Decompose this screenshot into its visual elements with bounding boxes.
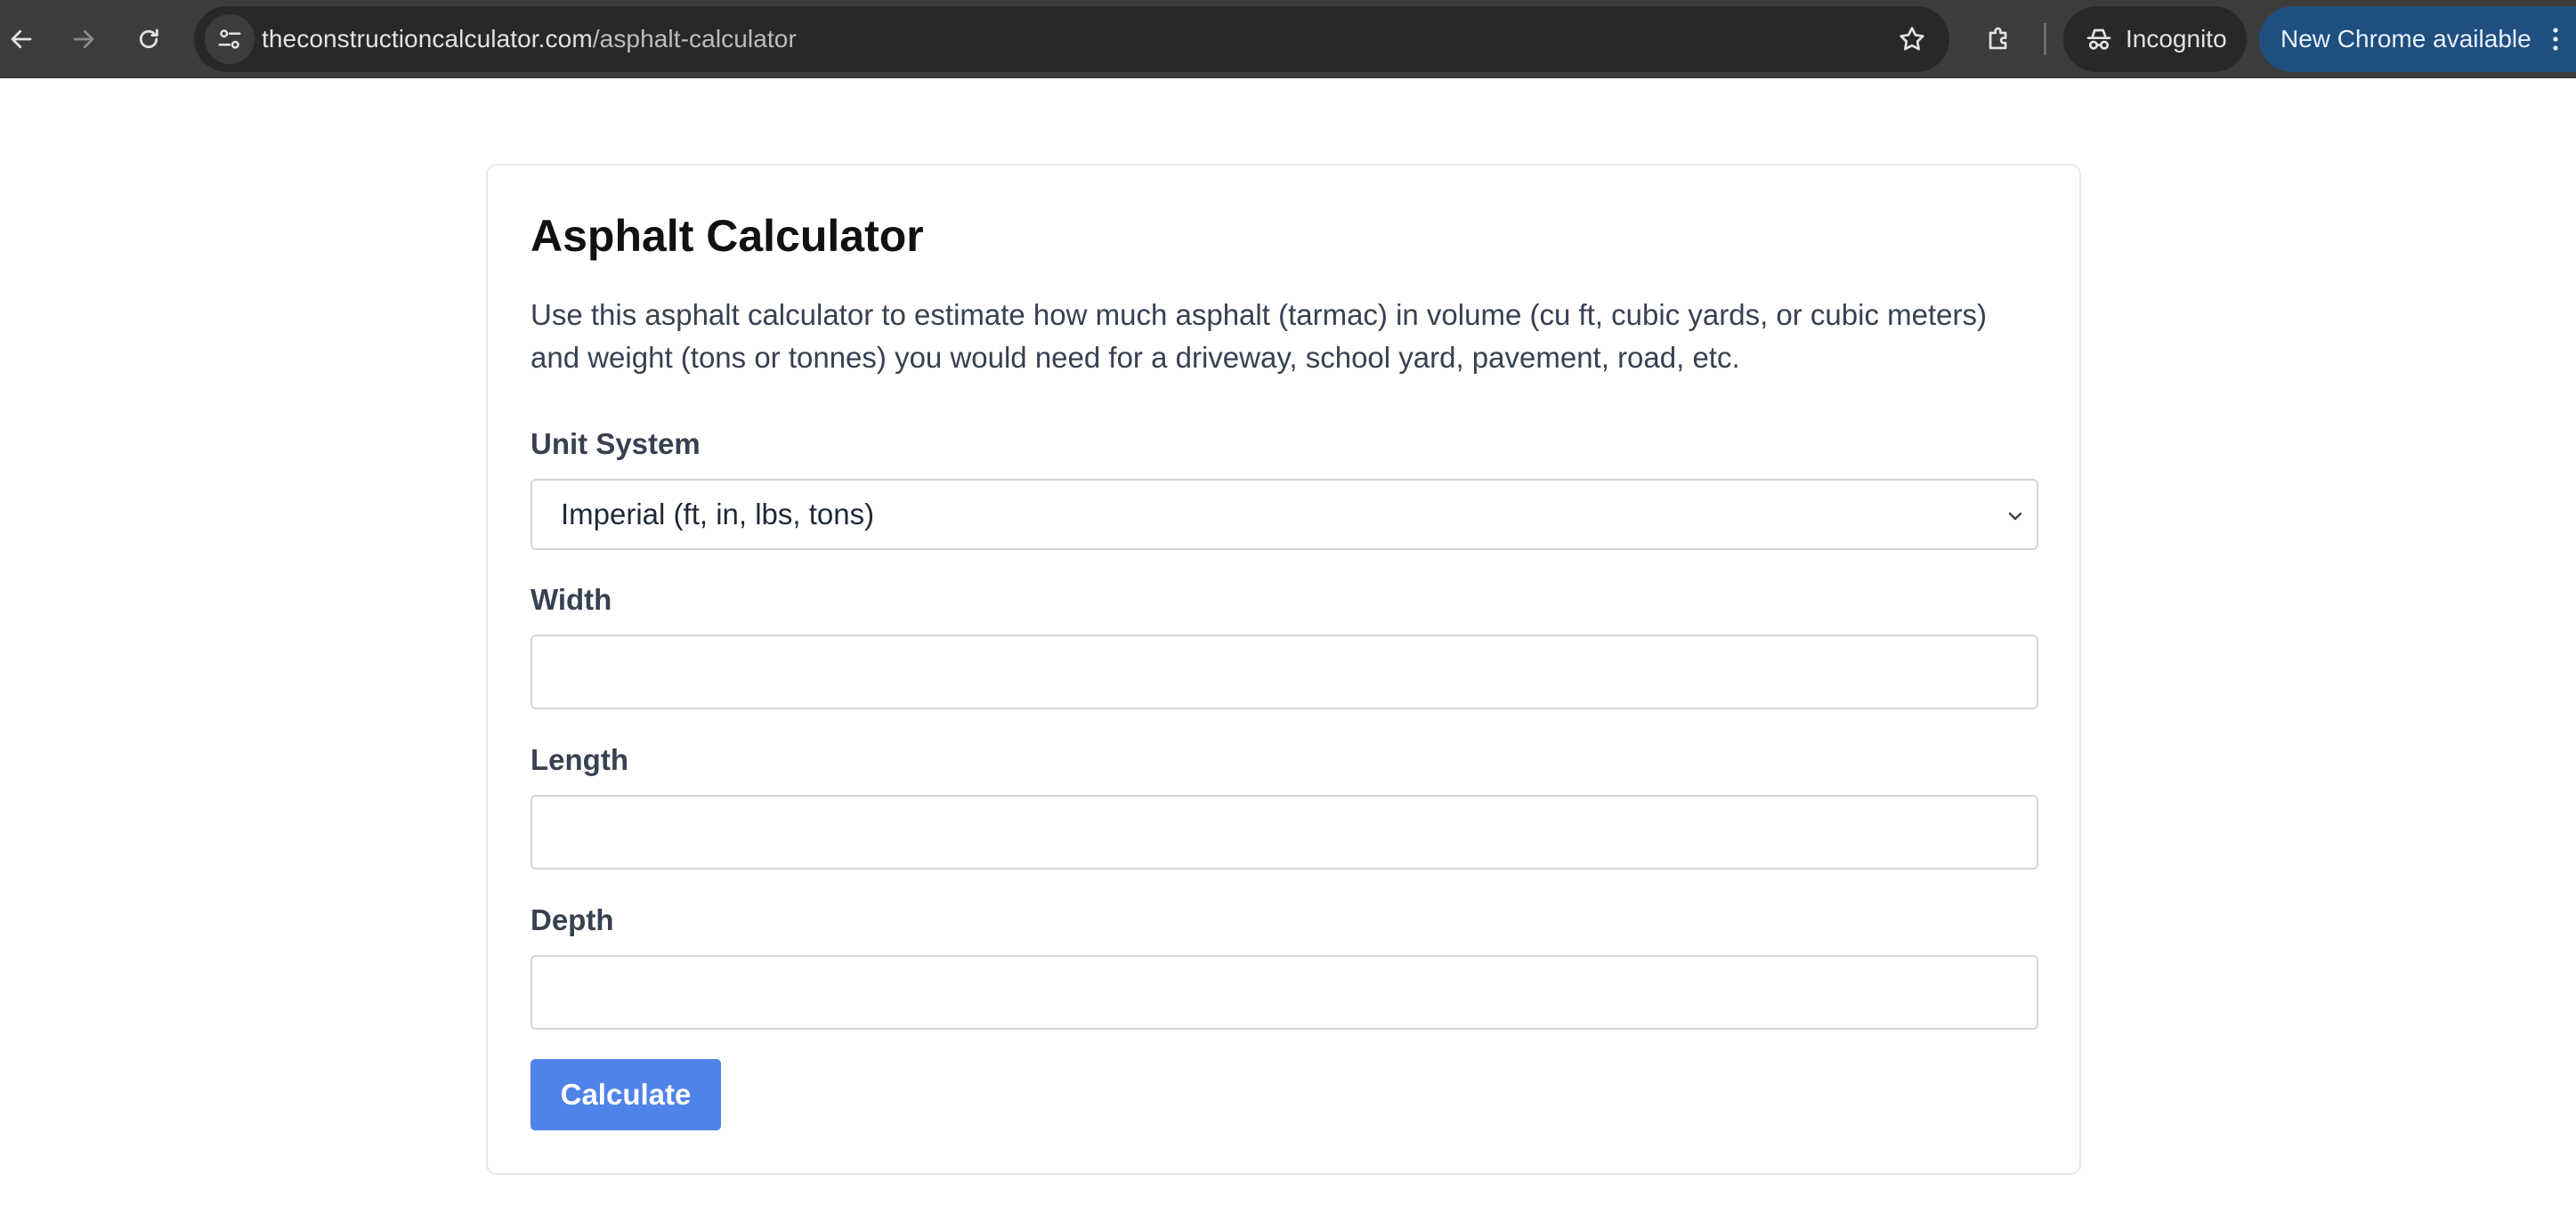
length-label: Length (531, 743, 628, 776)
depth-input[interactable] (531, 955, 2038, 1030)
length-input[interactable] (531, 795, 2038, 870)
toolbar-divider (2044, 23, 2046, 55)
url-text[interactable]: theconstructioncalculator.com/asphalt-ca… (262, 6, 797, 72)
chevron-down-icon (2008, 512, 2022, 521)
back-button[interactable] (0, 12, 48, 66)
reload-button[interactable] (122, 12, 175, 66)
puzzle-icon (1989, 27, 2007, 50)
star-icon (1900, 27, 1924, 51)
browser-toolbar: theconstructioncalculator.com/asphalt-ca… (0, 0, 2576, 78)
back-arrow-icon (11, 29, 32, 49)
page-title: Asphalt Calculator (531, 211, 924, 261)
kebab-menu-icon (2553, 28, 2558, 51)
reload-icon (139, 28, 158, 49)
url-domain: theconstructioncalculator.com (262, 25, 593, 53)
width-input[interactable] (531, 635, 2038, 709)
forward-button[interactable] (57, 12, 110, 66)
unit-system-selected-value: Imperial (ft, in, lbs, tons) (561, 498, 875, 530)
unit-system-label: Unit System (531, 427, 701, 460)
chrome-update-button[interactable]: New Chrome available (2259, 6, 2576, 72)
address-bar[interactable]: theconstructioncalculator.com/asphalt-ca… (194, 6, 1949, 72)
update-label: New Chrome available (2280, 25, 2531, 53)
unit-system-select[interactable]: Imperial (ft, in, lbs, tons) (531, 479, 2038, 550)
tune-icon (218, 29, 241, 49)
forward-arrow-icon (73, 29, 94, 49)
url-path: /asphalt-calculator (592, 25, 797, 53)
calculator-card: Asphalt Calculator Use this asphalt calc… (486, 164, 2081, 1175)
incognito-label: Incognito (2126, 25, 2227, 53)
calculate-button[interactable]: Calculate (531, 1059, 721, 1130)
page-description: Use this asphalt calculator to estimate … (531, 298, 1987, 374)
extensions-button[interactable] (1973, 12, 2026, 66)
width-label: Width (531, 583, 612, 616)
incognito-icon (2086, 28, 2111, 50)
depth-label: Depth (531, 903, 614, 936)
site-info-button[interactable] (205, 14, 255, 64)
bookmark-button[interactable] (1885, 12, 1939, 66)
incognito-indicator[interactable]: Incognito (2063, 6, 2247, 72)
